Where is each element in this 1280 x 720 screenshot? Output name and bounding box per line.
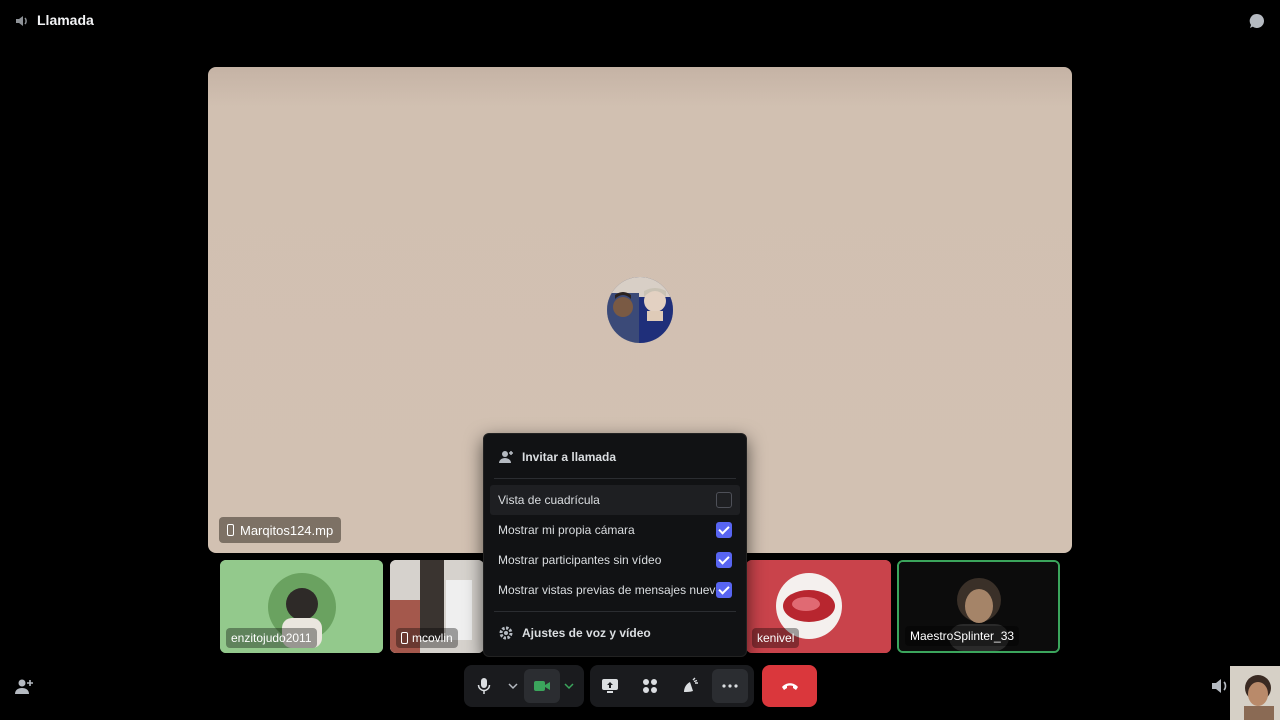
end-call-button[interactable] — [762, 665, 817, 707]
show-own-camera-checkbox[interactable] — [716, 522, 732, 538]
participant-tile[interactable]: enzitojudo2011 — [220, 560, 383, 653]
message-previews-checkbox[interactable] — [716, 582, 732, 598]
more-button[interactable] — [712, 669, 748, 703]
participant-tile-speaking[interactable]: MaestroSplinter_33 — [897, 560, 1060, 653]
tile-name: mcovlin — [412, 631, 453, 645]
actions-group — [590, 665, 754, 707]
window-title: Llamada — [37, 12, 94, 28]
show-non-video-option[interactable]: Mostrar participantes sin vídeo — [490, 545, 740, 575]
menu-divider — [494, 611, 736, 612]
more-options-menu: Invitar a llamada Vista de cuadrícula Mo… — [483, 433, 747, 657]
stage-name-tag: Marqitos124.mp — [219, 517, 342, 543]
stage-participant-name: Marqitos124.mp — [240, 522, 334, 538]
call-controls — [0, 665, 1280, 708]
chevron-down-icon — [564, 683, 574, 690]
avatar — [607, 277, 673, 343]
participant-tile[interactable]: kenivel — [746, 560, 891, 653]
show-non-video-checkbox[interactable] — [716, 552, 732, 568]
activities-icon — [643, 679, 657, 693]
soundboard-icon — [684, 677, 698, 692]
hangup-icon — [781, 683, 798, 690]
tile-name: kenivel — [757, 631, 795, 645]
mute-button[interactable] — [464, 665, 504, 707]
mobile-icon — [401, 632, 408, 644]
camera-options-button[interactable] — [560, 665, 578, 707]
audio-video-group — [464, 665, 584, 707]
invite-to-call-item[interactable]: Invitar a llamada — [490, 442, 740, 472]
speaker-icon — [16, 16, 27, 26]
grid-view-checkbox[interactable] — [716, 492, 732, 508]
self-camera-preview[interactable] — [1230, 666, 1280, 720]
chat-icon[interactable] — [1248, 12, 1266, 30]
show-own-camera-option[interactable]: Mostrar mi propia cámara — [490, 515, 740, 545]
grid-view-option[interactable]: Vista de cuadrícula — [490, 485, 740, 515]
add-person-icon — [499, 451, 513, 463]
top-bar: Llamada — [0, 0, 1280, 42]
voice-video-settings-item[interactable]: Ajustes de voz y vídeo — [490, 618, 740, 648]
more-icon — [722, 684, 738, 688]
message-previews-option[interactable]: Mostrar vistas previas de mensajes nuevo… — [490, 575, 740, 605]
mic-options-button[interactable] — [504, 665, 522, 707]
volume-icon[interactable] — [1210, 677, 1230, 695]
camera-icon — [534, 681, 550, 691]
microphone-icon — [477, 678, 491, 694]
participant-tile[interactable]: mcovlin — [390, 560, 484, 653]
gear-icon — [499, 626, 513, 640]
soundboard-button[interactable] — [670, 665, 710, 707]
screen-share-icon — [602, 679, 618, 693]
tile-name: enzitojudo2011 — [231, 631, 312, 645]
mobile-icon — [227, 524, 234, 536]
camera-button[interactable] — [524, 669, 560, 703]
tile-name: MaestroSplinter_33 — [910, 629, 1015, 643]
activities-button[interactable] — [630, 665, 670, 707]
chevron-down-icon — [508, 683, 518, 690]
screen-share-button[interactable] — [590, 665, 630, 707]
menu-divider — [494, 478, 736, 479]
